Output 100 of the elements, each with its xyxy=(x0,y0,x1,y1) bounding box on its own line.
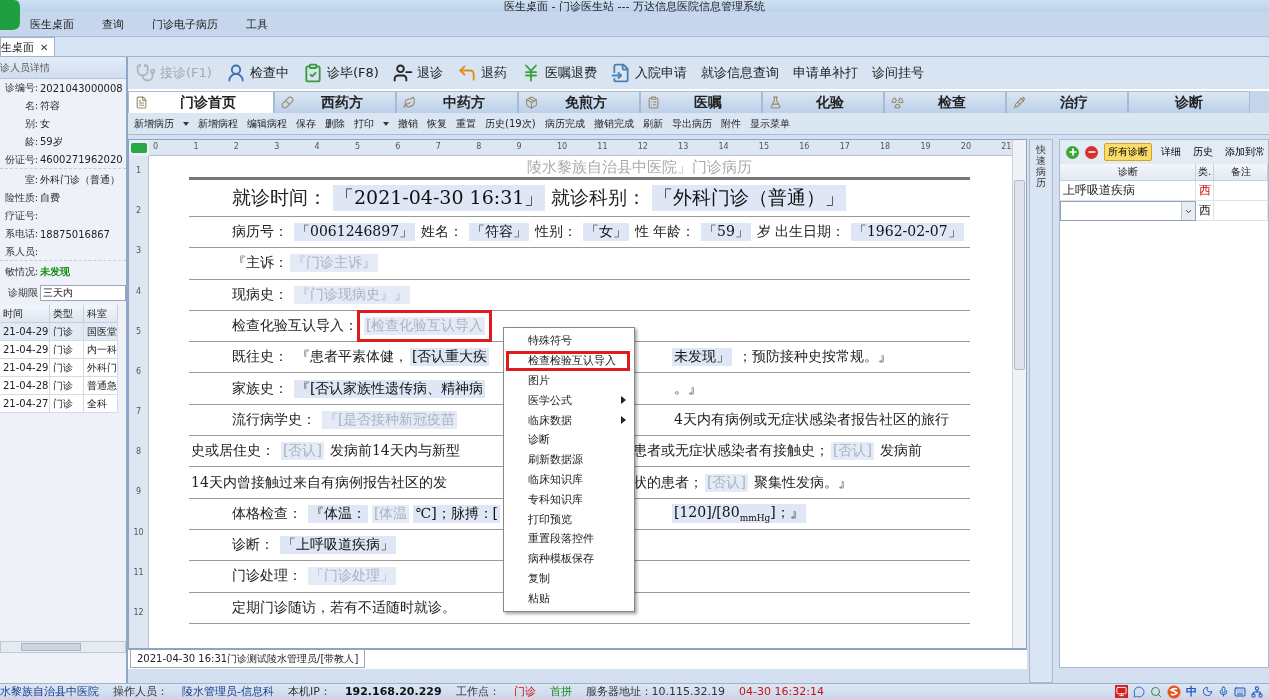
horizontal-scrollbar[interactable] xyxy=(0,641,126,653)
context-menu-item[interactable]: 诊断 xyxy=(506,430,632,450)
menu-item[interactable]: 工具 xyxy=(246,16,268,32)
dropdown-caret-icon[interactable] xyxy=(183,121,189,126)
menu-item[interactable]: 查询 xyxy=(102,16,124,32)
input-language-indicator[interactable]: 中 xyxy=(1186,684,1197,699)
toolbar-button[interactable]: 附件 xyxy=(720,116,741,131)
toolbar-button[interactable]: 显示菜单 xyxy=(749,116,790,131)
monitor-icon[interactable] xyxy=(1115,685,1128,698)
menu-item[interactable]: 医生桌面 xyxy=(30,16,74,32)
remove-button[interactable] xyxy=(1085,145,1098,159)
field-value[interactable]: [120]/[80$_{mmHg}$]；』 xyxy=(672,504,806,524)
tab[interactable]: 诊断 xyxy=(1128,91,1250,113)
context-menu-item[interactable]: 检查检验互认导入 xyxy=(506,350,630,371)
period-select[interactable]: 三天内 xyxy=(40,285,126,301)
toolbar-button[interactable]: 刷新 xyxy=(642,116,663,131)
context-menu-item[interactable]: 打印预览 xyxy=(506,509,632,529)
context-menu-item[interactable]: 刷新数据源 xyxy=(506,449,632,470)
record-text: 发病前 xyxy=(878,442,923,461)
toolbar-button[interactable]: 退药 xyxy=(454,63,509,83)
table-cell: 门诊 xyxy=(50,323,84,341)
field-value[interactable]: [否认重大疾 xyxy=(410,348,490,367)
toolbar-button[interactable]: 撤销完成 xyxy=(593,116,634,131)
toolbar-button[interactable]: 打印 xyxy=(354,116,374,131)
toolbar-button[interactable]: 保存 xyxy=(296,116,316,131)
ruler-number: 2 xyxy=(134,206,143,218)
menu-item[interactable]: 门诊电子病历 xyxy=(152,16,218,32)
filter-button[interactable]: 历史 xyxy=(1190,143,1216,161)
context-menu-item[interactable]: 医学公式 xyxy=(506,390,632,411)
record-text: 14天内曾接触过来自有病例报告社区的发 xyxy=(190,473,448,492)
search-icon[interactable] xyxy=(1150,685,1162,698)
field-value[interactable]: 「1962-02-07」 xyxy=(850,223,964,242)
filter-button[interactable]: 添加到常 xyxy=(1222,143,1268,161)
field-value[interactable]: 「0061246897」 xyxy=(294,223,416,242)
toolbar-button[interactable]: 删除 xyxy=(325,116,345,131)
toolbar-button[interactable]: 恢复 xyxy=(427,116,447,131)
toolbar-button[interactable]: 医嘱退费 xyxy=(518,63,599,83)
field-value[interactable]: 「外科门诊（普通）」 xyxy=(652,185,847,211)
context-menu-item[interactable]: 重置段落控件 xyxy=(506,528,632,549)
close-icon[interactable]: ✕ xyxy=(40,41,49,53)
record-tab[interactable]: 2021-04-30 16:31门诊测试陵水管理员/[带教人] xyxy=(130,650,366,668)
field-value[interactable]: ℃]；脉搏：[ xyxy=(413,504,501,523)
field-value[interactable]: 「上呼吸道疾病」 xyxy=(280,536,396,555)
tab[interactable]: 化验 xyxy=(762,91,884,113)
tab[interactable]: 中药方 xyxy=(396,91,518,113)
context-menu-item[interactable]: 复制 xyxy=(506,568,632,589)
tab[interactable]: 检查 xyxy=(884,91,1006,113)
moon-icon[interactable] xyxy=(1202,686,1213,697)
field-label: 病历号： xyxy=(231,223,289,242)
field-value: 自费 xyxy=(40,191,60,205)
vertical-scrollbar[interactable] xyxy=(1012,140,1027,648)
field-value[interactable]: 『[否认家族性遗传病、精神病 xyxy=(294,379,486,398)
context-menu-item[interactable]: 粘贴 xyxy=(506,588,632,609)
toolbar-button[interactable]: 检查中 xyxy=(223,63,291,83)
toolbar-button[interactable]: 诊毕(F8) xyxy=(300,63,381,83)
tab[interactable]: 西药方 xyxy=(274,91,396,113)
ruler-number: 6 xyxy=(395,141,402,153)
field-value[interactable]: 「2021-04-30 16:31」 xyxy=(333,185,546,211)
add-button[interactable] xyxy=(1066,145,1079,159)
diagnosis-input[interactable] xyxy=(1060,201,1196,221)
chat-icon[interactable] xyxy=(1133,685,1145,698)
document-tab[interactable]: 生桌面 ✕ xyxy=(0,37,56,56)
network-icon[interactable] xyxy=(1251,685,1263,698)
toolbar-button[interactable]: 新增病历 xyxy=(134,116,174,131)
context-menu-item[interactable]: 图片 xyxy=(506,370,632,391)
field-value[interactable]: 未发现」 xyxy=(672,348,732,367)
context-menu-item[interactable]: 专科知识库 xyxy=(506,489,632,510)
toolbar-button[interactable]: 就诊信息查询 xyxy=(698,64,781,82)
field-value[interactable]: 「59」 xyxy=(701,223,751,242)
context-menu-item[interactable]: 特殊符号 xyxy=(506,331,632,351)
dropdown-caret-icon[interactable] xyxy=(383,121,389,126)
field-value[interactable]: 「符容」 xyxy=(469,223,530,242)
toolbar-button[interactable]: 申请单补打 xyxy=(790,64,860,82)
tab[interactable]: 医嘱 xyxy=(640,91,762,113)
toolbar-button[interactable]: 新增病程 xyxy=(198,116,238,131)
microphone-icon[interactable] xyxy=(1218,686,1229,697)
tab[interactable]: 门诊首页 xyxy=(128,91,274,113)
context-menu-item[interactable]: 病种模板保存 xyxy=(506,548,632,569)
table-cell: 门诊 xyxy=(50,377,84,395)
quick-record-label[interactable]: 快速病历 xyxy=(1036,144,1047,682)
context-menu-item[interactable]: 临床知识库 xyxy=(506,469,632,490)
toolbar-button[interactable]: 撤销 xyxy=(398,116,418,131)
tab[interactable]: 治疗 xyxy=(1006,91,1128,113)
toolbar-button[interactable]: 历史(19次) xyxy=(485,116,536,131)
field-value[interactable]: 「女」 xyxy=(583,223,630,242)
input-method-icon[interactable] xyxy=(1167,684,1181,699)
field-value[interactable]: 『体温： xyxy=(308,504,368,523)
filter-button[interactable]: 详细 xyxy=(1158,143,1184,161)
keyboard-icon[interactable] xyxy=(1234,685,1246,698)
toolbar-button[interactable]: 病历完成 xyxy=(544,116,585,131)
toolbar-button[interactable]: 入院申请 xyxy=(608,63,689,83)
toolbar-button[interactable]: 退诊 xyxy=(390,63,445,83)
toolbar-button[interactable]: 导出病历 xyxy=(671,116,712,131)
filter-button[interactable]: 所有诊断 xyxy=(1104,143,1152,161)
tab[interactable]: 免煎方 xyxy=(518,91,640,113)
context-menu-item[interactable]: 临床数据 xyxy=(506,410,632,430)
toolbar-button[interactable]: 诊间挂号 xyxy=(869,64,926,82)
toolbar-button[interactable]: 重置 xyxy=(456,116,476,131)
toolbar-button[interactable]: 编辑病程 xyxy=(247,116,287,131)
status-text: 工作点： xyxy=(455,684,500,699)
